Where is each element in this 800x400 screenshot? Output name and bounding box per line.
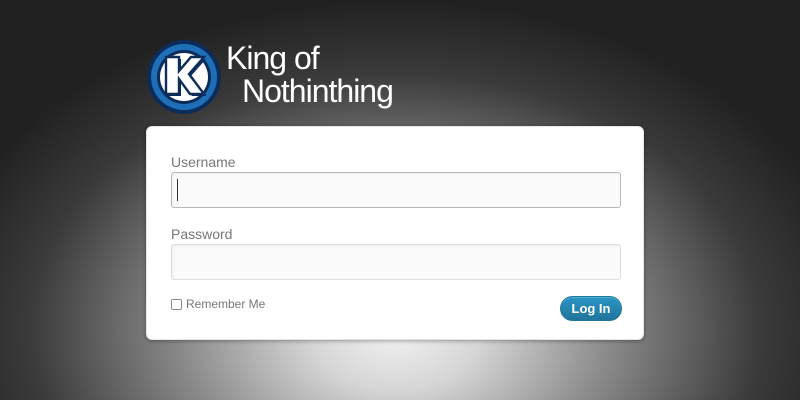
username-label: Username: [171, 154, 236, 170]
remember-me-label[interactable]: Remember Me: [186, 297, 265, 311]
login-form: Username Password Remember Me Log In: [146, 126, 644, 340]
login-button[interactable]: Log In: [560, 296, 622, 321]
password-input[interactable]: [171, 244, 621, 280]
site-title-line2: Nothinthing: [242, 73, 394, 109]
site-logo[interactable]: King of Nothinthing: [146, 38, 426, 118]
king-k-badge-icon: [147, 40, 221, 114]
remember-me-checkbox[interactable]: [171, 298, 182, 310]
site-title: King of Nothinthing: [226, 40, 394, 109]
text-cursor: [177, 179, 178, 201]
username-input[interactable]: [171, 172, 621, 208]
remember-me-option[interactable]: Remember Me: [171, 297, 265, 311]
password-label: Password: [171, 226, 233, 242]
site-title-line1: King of: [226, 40, 320, 76]
